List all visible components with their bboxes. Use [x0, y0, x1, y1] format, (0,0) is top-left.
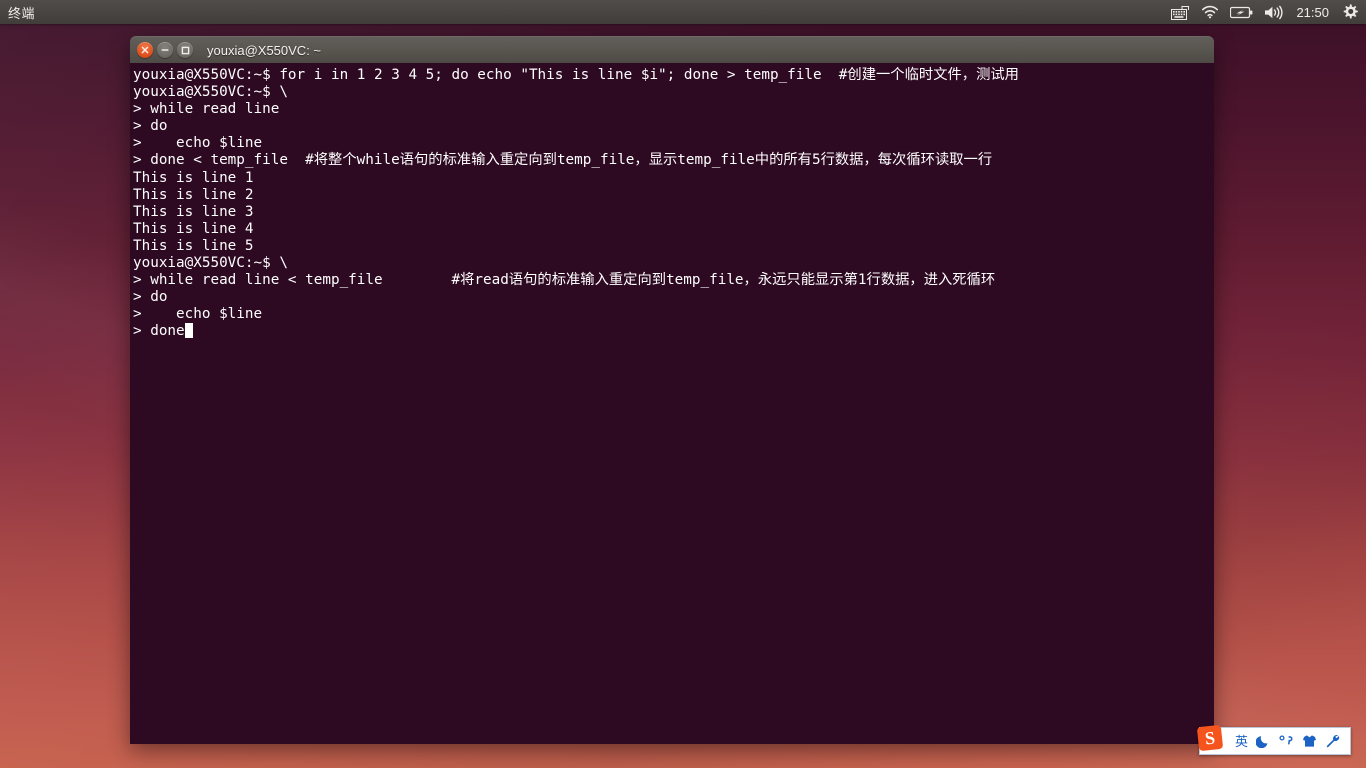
terminal-line: > do — [133, 118, 168, 135]
wifi-indicator-icon[interactable] — [1201, 0, 1219, 24]
terminal-line: > do — [133, 289, 168, 306]
terminal-body[interactable]: youxia@X550VC:~$ for i in 1 2 3 4 5; do … — [130, 63, 1214, 744]
terminal-line: youxia@X550VC:~$ for i in 1 2 3 4 5; do … — [133, 67, 1019, 83]
terminal-line: This is line 2 — [133, 186, 254, 203]
close-icon — [141, 46, 149, 54]
minimize-icon — [161, 49, 169, 51]
terminal-line: This is line 3 — [133, 203, 254, 220]
sogou-logo-icon[interactable]: S — [1197, 725, 1223, 751]
terminal-line: youxia@X550VC:~$ \ — [133, 84, 288, 101]
sogou-ime-toolbar[interactable]: S 英 — [1197, 725, 1352, 755]
terminal-line: > done — [133, 323, 1214, 340]
close-window-button[interactable] — [137, 42, 153, 58]
battery-indicator-icon[interactable] — [1230, 0, 1253, 24]
terminal-titlebar[interactable]: youxia@X550VC: ~ — [130, 36, 1214, 63]
terminal-screen[interactable]: youxia@X550VC:~$ for i in 1 2 3 4 5; do … — [132, 67, 1214, 341]
terminal-line: > echo $line — [133, 135, 263, 152]
maximize-icon — [181, 46, 189, 54]
terminal-line: youxia@X550VC:~$ \ — [133, 255, 288, 272]
ime-punctuation-icon[interactable] — [1274, 734, 1298, 748]
panel-indicator-area: 21:50 — [1171, 0, 1366, 24]
terminal-line: This is line 1 — [133, 169, 254, 186]
ime-toolbox-icon[interactable] — [1321, 734, 1344, 748]
terminal-line: This is line 5 — [133, 237, 254, 254]
system-settings-gear-icon[interactable] — [1342, 0, 1358, 24]
ime-language-mode[interactable]: 英 — [1231, 735, 1252, 748]
volume-indicator-icon[interactable] — [1264, 0, 1283, 24]
terminal-cursor — [184, 323, 194, 339]
terminal-line: > while read line < temp_file #将read语句的标… — [133, 272, 996, 289]
terminal-line: > while read line — [133, 101, 280, 118]
ime-skin-icon[interactable] — [1298, 734, 1321, 748]
window-title: youxia@X550VC: ~ — [207, 42, 322, 58]
panel-clock[interactable]: 21:50 — [1294, 5, 1331, 20]
terminal-line: > echo $line — [133, 306, 263, 323]
minimize-window-button[interactable] — [157, 42, 173, 58]
ime-moon-icon[interactable] — [1252, 734, 1274, 748]
terminal-line: > done < temp_file #将整个while语句的标准输入重定向到t… — [133, 152, 993, 169]
top-panel: 终端 21:50 — [0, 0, 1366, 24]
desktop: 终端 21:50 youxia@X550VC: ~ youxia@X550VC:… — [0, 0, 1366, 768]
maximize-window-button[interactable] — [177, 42, 193, 58]
keyboard-indicator-icon[interactable] — [1171, 0, 1190, 24]
window-controls — [130, 42, 193, 58]
terminal-window[interactable]: youxia@X550VC: ~ youxia@X550VC:~$ for i … — [130, 36, 1214, 744]
panel-app-name[interactable]: 终端 — [0, 3, 35, 22]
svg-text:S: S — [1204, 728, 1216, 749]
terminal-line: This is line 4 — [133, 220, 254, 237]
